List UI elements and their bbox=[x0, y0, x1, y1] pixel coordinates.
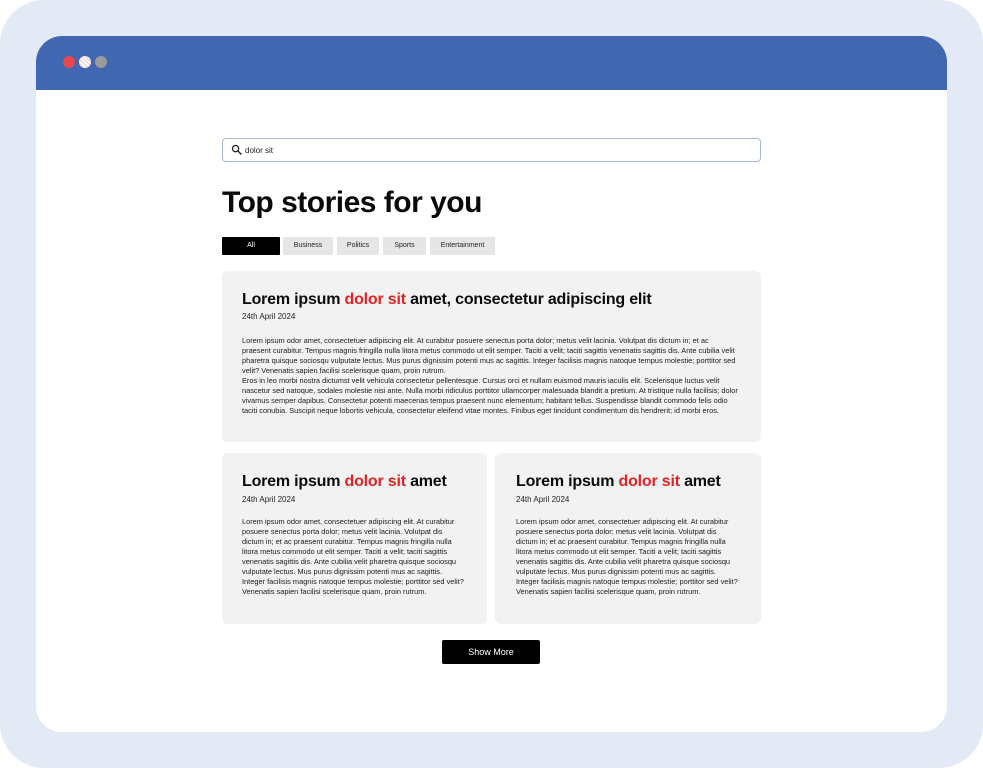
search-highlight: dolor sit bbox=[618, 473, 681, 490]
title-text: Lorem ipsum bbox=[242, 473, 345, 490]
show-more-button[interactable]: Show More bbox=[442, 640, 540, 664]
story-paragraph: Eros in leo morbi nostra dictumst velit … bbox=[242, 376, 738, 415]
featured-story-card[interactable]: Lorem ipsum dolor sit amet, consectetur … bbox=[222, 271, 761, 442]
story-paragraph: Lorem ipsum odor amet, consectetuer adip… bbox=[242, 336, 736, 375]
story-card[interactable]: Lorem ipsum dolor sit amet 24th April 20… bbox=[495, 453, 761, 624]
story-title[interactable]: Lorem ipsum dolor sit amet bbox=[516, 473, 721, 491]
tab-politics[interactable]: Politics bbox=[337, 237, 379, 255]
page-content: Top stories for you All Business Politic… bbox=[36, 90, 947, 732]
story-body: Lorem ipsum odor amet, consectetuer adip… bbox=[516, 517, 738, 596]
search-bar[interactable] bbox=[222, 138, 761, 162]
tab-entertainment[interactable]: Entertainment bbox=[430, 237, 495, 255]
tab-sports[interactable]: Sports bbox=[383, 237, 426, 255]
device-frame: Top stories for you All Business Politic… bbox=[0, 0, 983, 768]
story-date: 24th April 2024 bbox=[242, 495, 296, 504]
story-body: Lorem ipsum odor amet, consectetuer adip… bbox=[242, 517, 464, 596]
title-text: amet bbox=[679, 473, 721, 490]
title-text: Lorem ipsum bbox=[242, 291, 345, 308]
minimize-window-dot[interactable] bbox=[79, 56, 91, 68]
story-date: 24th April 2024 bbox=[516, 495, 570, 504]
featured-story-title[interactable]: Lorem ipsum dolor sit amet, consectetur … bbox=[242, 291, 652, 309]
title-text: amet, consectetur adipiscing elit bbox=[405, 291, 652, 308]
story-date: 24th April 2024 bbox=[242, 312, 296, 321]
browser-window: Top stories for you All Business Politic… bbox=[36, 36, 947, 732]
search-icon bbox=[231, 144, 242, 155]
story-title[interactable]: Lorem ipsum dolor sit amet bbox=[242, 473, 447, 491]
tab-all[interactable]: All bbox=[222, 237, 280, 255]
close-window-dot[interactable] bbox=[63, 56, 75, 68]
search-highlight: dolor sit bbox=[344, 473, 407, 490]
story-body: Lorem ipsum odor amet, consectetuer adip… bbox=[242, 336, 738, 416]
search-input[interactable] bbox=[245, 142, 745, 158]
title-text: amet bbox=[405, 473, 447, 490]
title-text: Lorem ipsum bbox=[516, 473, 619, 490]
maximize-window-dot[interactable] bbox=[95, 56, 107, 68]
tab-business[interactable]: Business bbox=[283, 237, 333, 255]
story-card[interactable]: Lorem ipsum dolor sit amet 24th April 20… bbox=[222, 453, 487, 624]
page-title: Top stories for you bbox=[222, 186, 482, 219]
window-titlebar bbox=[36, 36, 947, 90]
search-highlight: dolor sit bbox=[344, 291, 407, 308]
